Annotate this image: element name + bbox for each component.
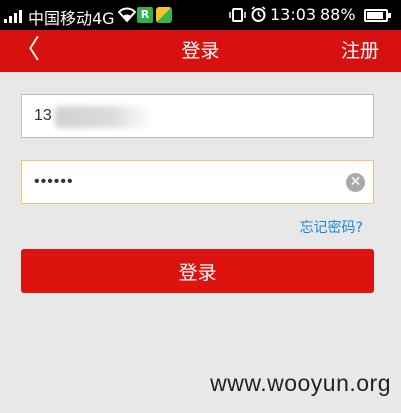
password-input[interactable] bbox=[22, 161, 373, 203]
login-button[interactable]: 登录 bbox=[21, 249, 374, 293]
app-notification-icon-2 bbox=[156, 7, 172, 23]
watermark: www.wooyun.org bbox=[210, 370, 391, 396]
forgot-password-link[interactable]: 忘记密码? bbox=[300, 217, 363, 237]
wifi-icon bbox=[117, 6, 137, 26]
clear-icon[interactable]: ✕ bbox=[346, 173, 365, 192]
nav-bar: 〈 登录 注册 bbox=[0, 30, 401, 72]
phone-field[interactable] bbox=[21, 94, 374, 138]
battery-percent: 88% bbox=[320, 5, 356, 24]
app-notification-icon: R bbox=[137, 7, 153, 23]
password-field[interactable]: ✕ bbox=[21, 160, 374, 204]
register-link[interactable]: 注册 bbox=[341, 38, 379, 64]
battery-icon bbox=[364, 9, 391, 22]
alarm-icon bbox=[250, 6, 267, 27]
carrier-label: 中国移动4G bbox=[28, 9, 115, 28]
redaction-blur bbox=[55, 106, 150, 128]
vibrate-icon bbox=[229, 7, 247, 27]
signal-icon bbox=[4, 9, 24, 23]
status-bar: 中国移动4G R 13:03 88% bbox=[0, 0, 401, 30]
clock: 13:03 bbox=[270, 5, 317, 24]
